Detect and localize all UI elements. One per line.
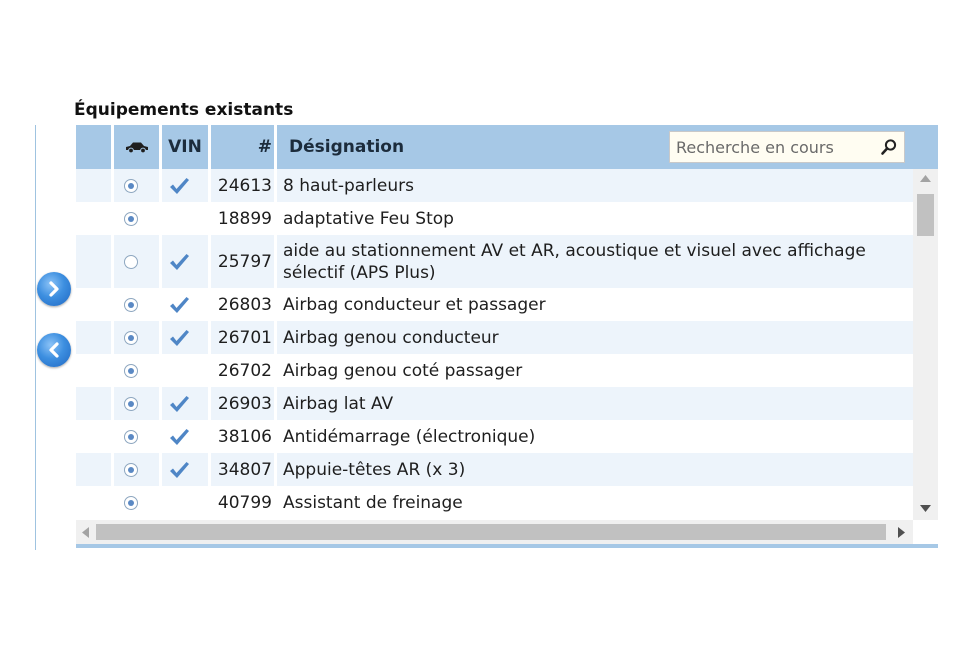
table-row[interactable]: 26803 Airbag conducteur et passager [76,288,913,321]
horizontal-scrollbar[interactable] [76,520,913,544]
row-designation: 8 haut-parleurs [283,176,414,196]
row-designation: adaptative Feu Stop [283,209,454,229]
scroll-up-icon[interactable] [920,175,931,182]
table-row[interactable]: 24613 8 haut-parleurs [76,169,913,202]
row-designation: Airbag genou conducteur [283,328,499,348]
search-input[interactable] [670,136,874,158]
table-row[interactable]: 26903 Airbag lat AV [76,387,913,420]
table-row[interactable]: 26701 Airbag genou conducteur [76,321,913,354]
row-radio-button[interactable] [124,397,138,411]
scroll-down-icon[interactable] [920,505,931,512]
search-icon[interactable] [880,138,898,156]
row-number: 25797 [217,252,272,272]
vertical-scroll-thumb[interactable] [917,194,934,236]
row-number: 40799 [217,493,272,513]
scroll-left-icon[interactable] [82,527,89,538]
row-number: 38106 [217,427,272,447]
row-designation: Airbag genou coté passager [283,361,523,381]
row-radio-button[interactable] [124,179,138,193]
row-designation: Antidémarrage (électronique) [283,427,536,447]
arrow-right-icon [49,281,59,297]
vin-check-icon [170,330,189,346]
row-designation: Airbag lat AV [283,394,394,414]
row-number: 34807 [217,460,272,480]
row-designation: aide au stationnement AV et AR, acoustiq… [283,241,866,283]
left-divider [35,125,36,550]
equipment-grid: VIN # Désignation 24613 8 haut-parleurs 18… [76,125,938,550]
vin-check-icon [170,462,189,478]
grid-header: VIN # Désignation [76,125,938,169]
table-row[interactable]: 34807 Appuie-têtes AR (x 3) [76,453,913,486]
car-icon [125,142,148,154]
row-radio-button[interactable] [124,463,138,477]
table-row[interactable]: 18899 adaptative Feu Stop [76,202,913,235]
row-number: 26803 [217,295,272,315]
vin-check-icon [170,429,189,445]
row-radio-button[interactable] [124,212,138,226]
row-radio-button[interactable] [124,364,138,378]
column-header-car[interactable] [114,125,159,169]
grid-rows: 24613 8 haut-parleurs 18899 adaptative Feu … [76,169,913,520]
column-header-vin[interactable]: VIN [162,125,208,169]
table-row[interactable]: 25797 aide au stationnement AV et AR, aco… [76,235,913,288]
section-title: Équipements existants [74,100,294,120]
column-header-number[interactable]: # [211,125,272,169]
row-number: 24613 [217,176,272,196]
grid-bottom-border [76,544,938,548]
row-designation: Airbag conducteur et passager [283,295,546,315]
column-header-designation[interactable]: Désignation [289,125,589,169]
row-number: 26702 [217,361,272,381]
row-radio-button[interactable] [124,496,138,510]
search-box [669,131,905,163]
vin-check-icon [170,396,189,412]
remove-equipment-button[interactable] [37,333,71,367]
horizontal-scroll-thumb[interactable] [96,524,886,540]
row-designation: Appuie-têtes AR (x 3) [283,460,466,480]
vertical-scrollbar[interactable] [913,169,938,520]
row-radio-button[interactable] [124,430,138,444]
row-number: 26903 [217,394,272,414]
row-radio-button[interactable] [124,331,138,345]
row-number: 26701 [217,328,272,348]
vin-check-icon [170,254,189,270]
add-equipment-button[interactable] [37,272,71,306]
row-radio-button[interactable] [124,298,138,312]
table-row[interactable]: 38106 Antidémarrage (électronique) [76,420,913,453]
vin-check-icon [170,297,189,313]
row-number: 18899 [217,209,272,229]
scroll-right-icon[interactable] [898,527,905,538]
arrow-left-icon [49,342,59,358]
row-radio-button[interactable] [124,255,138,269]
row-designation: Assistant de freinage [283,493,463,513]
table-row[interactable]: 26702 Airbag genou coté passager [76,354,913,387]
table-row[interactable]: 40799 Assistant de freinage [76,486,913,519]
vin-check-icon [170,178,189,194]
